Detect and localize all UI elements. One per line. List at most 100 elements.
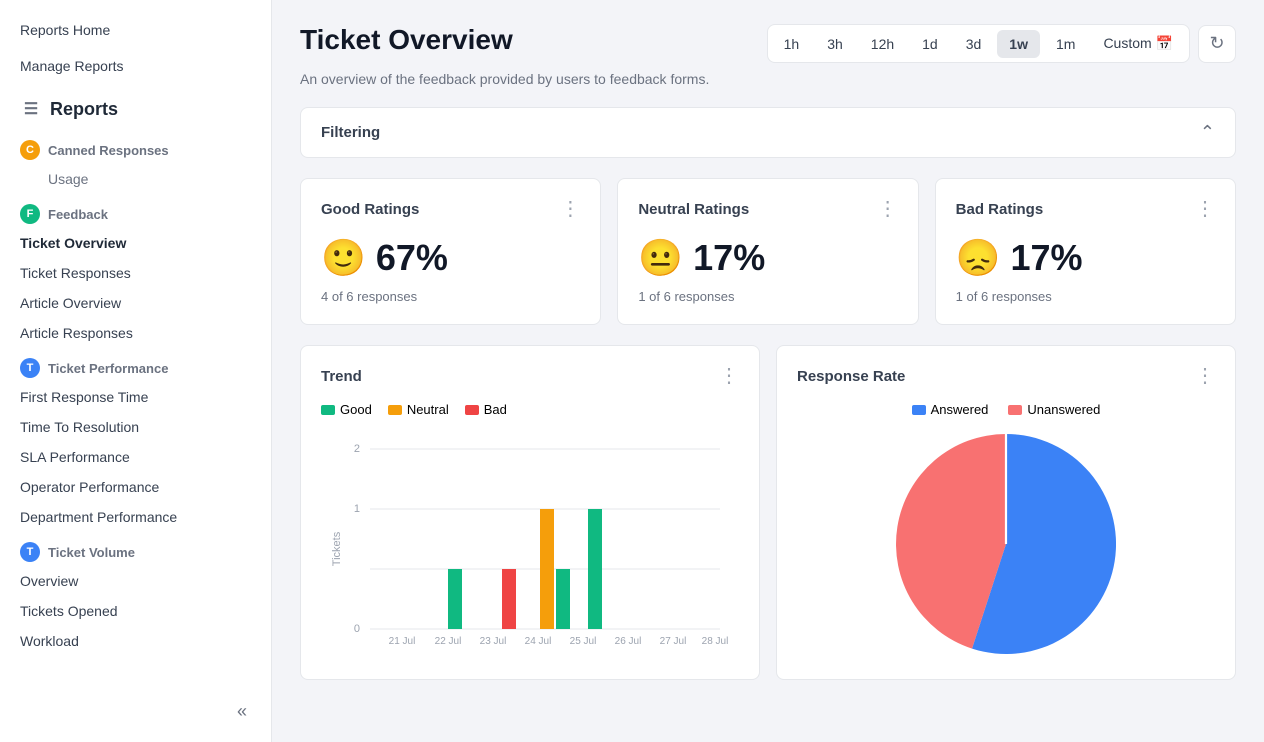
time-btn-3d[interactable]: 3d bbox=[954, 30, 994, 58]
svg-text:25 Jul: 25 Jul bbox=[570, 636, 597, 647]
sidebar-item-workload[interactable]: Workload bbox=[0, 626, 271, 656]
charts-row: Trend ⋮ Good Neutral Bad bbox=[300, 345, 1236, 680]
ratings-row: Good Ratings ⋮ 🙂 67% 4 of 6 responses Ne… bbox=[300, 178, 1236, 325]
svg-text:22 Jul: 22 Jul bbox=[435, 636, 462, 647]
response-rate-pie bbox=[896, 434, 1116, 654]
svg-text:21 Jul: 21 Jul bbox=[389, 636, 416, 647]
bar-25-good bbox=[556, 569, 570, 629]
filter-bar: Filtering ⌃ bbox=[300, 107, 1236, 158]
legend-good-dot bbox=[321, 405, 335, 415]
sidebar-group-feedback: F Feedback bbox=[0, 194, 271, 228]
bad-sub: 1 of 6 responses bbox=[956, 289, 1215, 304]
ticket-vol-group-label: Ticket Volume bbox=[48, 545, 135, 560]
main-content: Ticket Overview 1h 3h 12h 1d 3d 1w 1m Cu… bbox=[272, 0, 1264, 742]
sidebar-item-overview[interactable]: Overview bbox=[0, 566, 271, 596]
legend-unanswered: Unanswered bbox=[1008, 402, 1100, 417]
sidebar-collapse-button[interactable]: « bbox=[229, 697, 255, 726]
response-rate-card: Response Rate ⋮ Answered Unanswered bbox=[776, 345, 1236, 680]
time-btn-3h[interactable]: 3h bbox=[815, 30, 855, 58]
legend-neutral: Neutral bbox=[388, 402, 449, 417]
neutral-ratings-title: Neutral Ratings bbox=[638, 201, 749, 218]
bar-25-neutral bbox=[540, 509, 554, 629]
sidebar-item-usage[interactable]: Usage bbox=[0, 164, 271, 194]
svg-text:27 Jul: 27 Jul bbox=[660, 636, 687, 647]
good-percent: 67% bbox=[376, 237, 448, 279]
legend-neutral-label: Neutral bbox=[407, 402, 449, 417]
reports-section-icon: ☰ bbox=[20, 98, 42, 120]
response-rate-title: Response Rate bbox=[797, 368, 905, 385]
sidebar-item-tickets-opened[interactable]: Tickets Opened bbox=[0, 596, 271, 626]
bad-ratings-menu[interactable]: ⋮ bbox=[1195, 199, 1215, 219]
svg-text:26 Jul: 26 Jul bbox=[615, 636, 642, 647]
legend-bad-label: Bad bbox=[484, 402, 507, 417]
ticket-perf-group-label: Ticket Performance bbox=[48, 361, 168, 376]
time-btn-1d[interactable]: 1d bbox=[910, 30, 950, 58]
neutral-ratings-menu[interactable]: ⋮ bbox=[878, 199, 898, 219]
legend-unanswered-dot bbox=[1008, 405, 1022, 415]
legend-neutral-dot bbox=[388, 405, 402, 415]
sidebar-group-ticket-performance: T Ticket Performance bbox=[0, 348, 271, 382]
page-subtitle: An overview of the feedback provided by … bbox=[300, 71, 1236, 87]
time-btn-12h[interactable]: 12h bbox=[859, 30, 906, 58]
feedback-badge: F bbox=[20, 204, 40, 224]
feedback-group-label: Feedback bbox=[48, 207, 108, 222]
neutral-ratings-card: Neutral Ratings ⋮ 😐 17% 1 of 6 responses bbox=[617, 178, 918, 325]
ticket-perf-badge: T bbox=[20, 358, 40, 378]
bad-ratings-title: Bad Ratings bbox=[956, 201, 1044, 218]
sidebar-item-first-response-time[interactable]: First Response Time bbox=[0, 382, 271, 412]
pie-chart-container bbox=[797, 429, 1215, 659]
good-ratings-menu[interactable]: ⋮ bbox=[560, 199, 580, 219]
legend-good-label: Good bbox=[340, 402, 372, 417]
svg-text:1: 1 bbox=[354, 503, 360, 515]
sidebar-link-reports-home[interactable]: Reports Home bbox=[0, 8, 271, 44]
legend-bad: Bad bbox=[465, 402, 507, 417]
time-btn-custom[interactable]: Custom 📅 bbox=[1091, 29, 1185, 58]
sidebar-item-article-responses[interactable]: Article Responses bbox=[0, 318, 271, 348]
svg-text:Tickets: Tickets bbox=[331, 531, 343, 566]
sidebar-group-canned-responses: C Canned Responses bbox=[0, 130, 271, 164]
good-ratings-title: Good Ratings bbox=[321, 201, 419, 218]
time-filter-bar: 1h 3h 12h 1d 3d 1w 1m Custom 📅 bbox=[767, 24, 1190, 63]
sidebar-item-article-overview[interactable]: Article Overview bbox=[0, 288, 271, 318]
page-header: Ticket Overview 1h 3h 12h 1d 3d 1w 1m Cu… bbox=[300, 24, 1236, 63]
svg-text:0: 0 bbox=[354, 623, 360, 635]
sidebar-item-department-performance[interactable]: Department Performance bbox=[0, 502, 271, 532]
good-sub: 4 of 6 responses bbox=[321, 289, 580, 304]
time-btn-1h[interactable]: 1h bbox=[772, 30, 812, 58]
ticket-vol-badge: T bbox=[20, 542, 40, 562]
sidebar-item-operator-performance[interactable]: Operator Performance bbox=[0, 472, 271, 502]
good-emoji: 🙂 bbox=[321, 237, 366, 279]
bar-26-good bbox=[588, 509, 602, 629]
response-rate-menu[interactable]: ⋮ bbox=[1195, 366, 1215, 386]
neutral-percent: 17% bbox=[693, 237, 765, 279]
neutral-sub: 1 of 6 responses bbox=[638, 289, 897, 304]
svg-text:Day: Day bbox=[540, 648, 560, 649]
bar-24-bad bbox=[502, 569, 516, 629]
trend-chart-card: Trend ⋮ Good Neutral Bad bbox=[300, 345, 760, 680]
page-title-area: Ticket Overview bbox=[300, 24, 513, 56]
time-btn-1w[interactable]: 1w bbox=[997, 30, 1040, 58]
sidebar-item-ticket-responses[interactable]: Ticket Responses bbox=[0, 258, 271, 288]
sidebar-link-manage-reports[interactable]: Manage Reports bbox=[0, 44, 271, 80]
page-title: Ticket Overview bbox=[300, 24, 513, 56]
sidebar-item-sla-performance[interactable]: SLA Performance bbox=[0, 442, 271, 472]
sidebar-item-ticket-overview[interactable]: Ticket Overview bbox=[0, 228, 271, 258]
legend-answered: Answered bbox=[912, 402, 989, 417]
svg-text:23 Jul: 23 Jul bbox=[480, 636, 507, 647]
refresh-button[interactable]: ↻ bbox=[1198, 25, 1236, 63]
sidebar-section-label: Reports bbox=[50, 99, 118, 120]
pie-legend: Answered Unanswered bbox=[797, 402, 1215, 417]
filter-label: Filtering bbox=[321, 124, 380, 141]
time-btn-1m[interactable]: 1m bbox=[1044, 30, 1087, 58]
filter-collapse-icon[interactable]: ⌃ bbox=[1200, 122, 1215, 143]
trend-legend: Good Neutral Bad bbox=[321, 402, 739, 417]
legend-good: Good bbox=[321, 402, 372, 417]
bad-percent: 17% bbox=[1010, 237, 1082, 279]
legend-answered-label: Answered bbox=[931, 402, 989, 417]
sidebar: Reports Home Manage Reports ☰ Reports C … bbox=[0, 0, 272, 742]
good-ratings-card: Good Ratings ⋮ 🙂 67% 4 of 6 responses bbox=[300, 178, 601, 325]
sidebar-item-time-to-resolution[interactable]: Time To Resolution bbox=[0, 412, 271, 442]
bar-23-good bbox=[448, 569, 462, 629]
trend-chart-menu[interactable]: ⋮ bbox=[719, 366, 739, 386]
canned-group-label: Canned Responses bbox=[48, 143, 169, 158]
